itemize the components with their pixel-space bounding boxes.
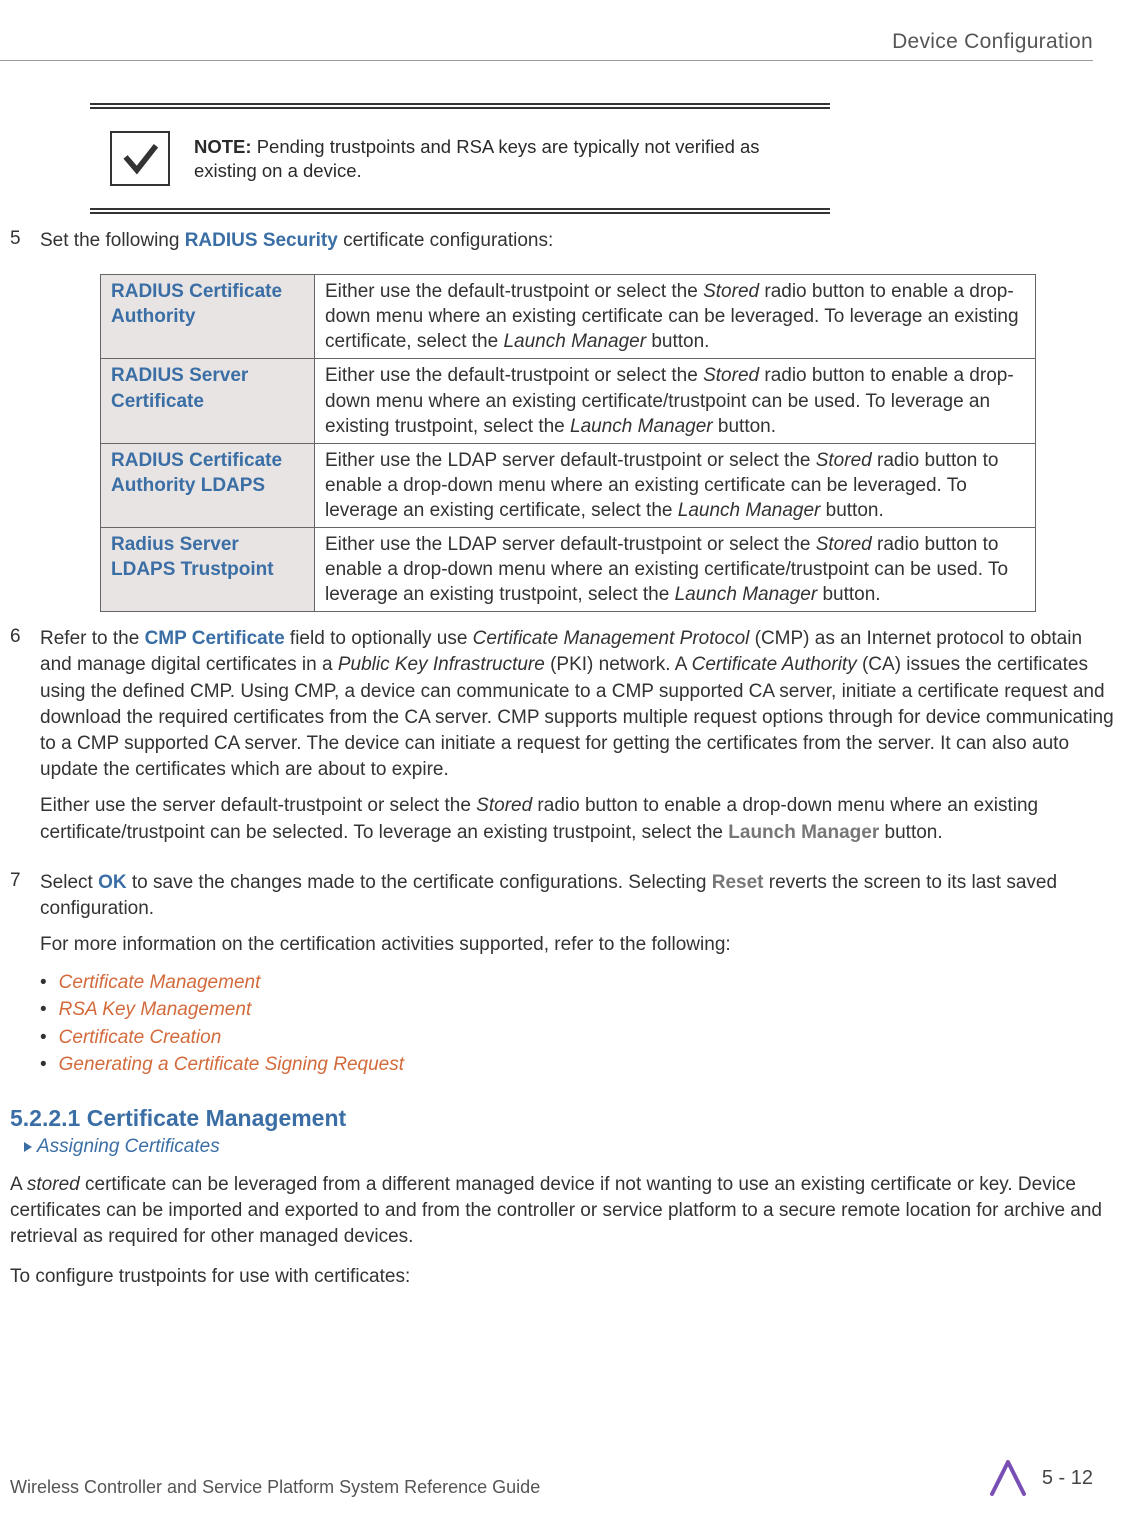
row-3-label: Radius Server LDAPS Trustpoint [101,527,315,611]
subsection-heading: 5.2.2.1 Certificate Management [10,1105,1115,1132]
cert-links-list: • Certificate Management • RSA Key Managem… [40,969,1115,1079]
divider-bot-1 [90,208,830,210]
step-7-p1: Select OK to save the changes made to th… [40,870,1115,922]
step-6-number: 6 [10,626,28,648]
step-6: 6 Refer to the CMP Certificate field to … [10,626,1115,856]
step-5-bold: RADIUS Security [185,230,338,251]
page-footer: Wireless Controller and Service Platform… [0,1458,1125,1498]
link-rsa-key[interactable]: RSA Key Management [59,996,252,1024]
row-1-label: RADIUS Server Certificate [101,359,315,443]
page-number: 5 - 12 [1042,1467,1093,1490]
table-row: RADIUS Server Certificate Either use the… [101,359,1036,443]
link-cert-creation[interactable]: Certificate Creation [59,1024,222,1052]
header-section-title: Device Configuration [0,30,1125,54]
stored-cert-paragraph: A stored certificate can be leveraged fr… [10,1172,1115,1251]
table-row: RADIUS Certificate Authority LDAPS Eithe… [101,443,1036,527]
configure-trustpoints-paragraph: To configure trustpoints for use with ce… [10,1264,1115,1290]
step-6-p2: Either use the server default-trustpoint… [40,793,1115,845]
table-row: RADIUS Certificate Authority Either use … [101,275,1036,359]
row-2-label: RADIUS Certificate Authority LDAPS [101,443,315,527]
list-item: • Certificate Creation [40,1024,1115,1052]
step-5-intro: Set the following RADIUS Security certif… [40,228,1115,254]
list-item: • Certificate Management [40,969,1115,997]
note-text: NOTE: Pending trustpoints and RSA keys a… [194,131,805,183]
note-block: NOTE: Pending trustpoints and RSA keys a… [110,131,1115,186]
step-6-p1: Refer to the CMP Certificate field to op… [40,626,1115,783]
list-item: • Generating a Certificate Signing Reques… [40,1051,1115,1079]
brand-logo-icon [988,1458,1028,1498]
breadcrumb-label: Assigning Certificates [37,1136,220,1158]
row-1-desc: Either use the default-trustpoint or sel… [315,359,1036,443]
link-csr[interactable]: Generating a Certificate Signing Request [59,1051,404,1079]
note-body: Pending trustpoints and RSA keys are typ… [194,136,760,181]
bullet-icon: • [40,1051,47,1079]
row-3-desc: Either use the LDAP server default-trust… [315,527,1036,611]
row-0-desc: Either use the default-trustpoint or sel… [315,275,1036,359]
note-label: NOTE: [194,136,252,157]
checkmark-icon [110,131,170,186]
step-5-number: 5 [10,228,28,250]
step-7-number: 7 [10,870,28,892]
radius-config-table: RADIUS Certificate Authority Either use … [100,274,1036,612]
divider-top-2 [90,107,830,109]
step-5: 5 Set the following RADIUS Security cert… [10,228,1115,264]
step-7: 7 Select OK to save the changes made to … [10,870,1115,1093]
footer-doc-title: Wireless Controller and Service Platform… [10,1477,540,1498]
bullet-icon: • [40,996,47,1024]
step-7-p2: For more information on the certificatio… [40,932,1115,958]
divider-bot-2 [90,212,830,214]
row-2-desc: Either use the LDAP server default-trust… [315,443,1036,527]
triangle-right-icon [24,1142,32,1152]
list-item: • RSA Key Management [40,996,1115,1024]
link-cert-mgmt[interactable]: Certificate Management [59,969,261,997]
breadcrumb[interactable]: Assigning Certificates [24,1136,1115,1158]
table-row: Radius Server LDAPS Trustpoint Either us… [101,527,1036,611]
row-0-label: RADIUS Certificate Authority [101,275,315,359]
divider-top-1 [90,103,830,105]
bullet-icon: • [40,969,47,997]
bullet-icon: • [40,1024,47,1052]
